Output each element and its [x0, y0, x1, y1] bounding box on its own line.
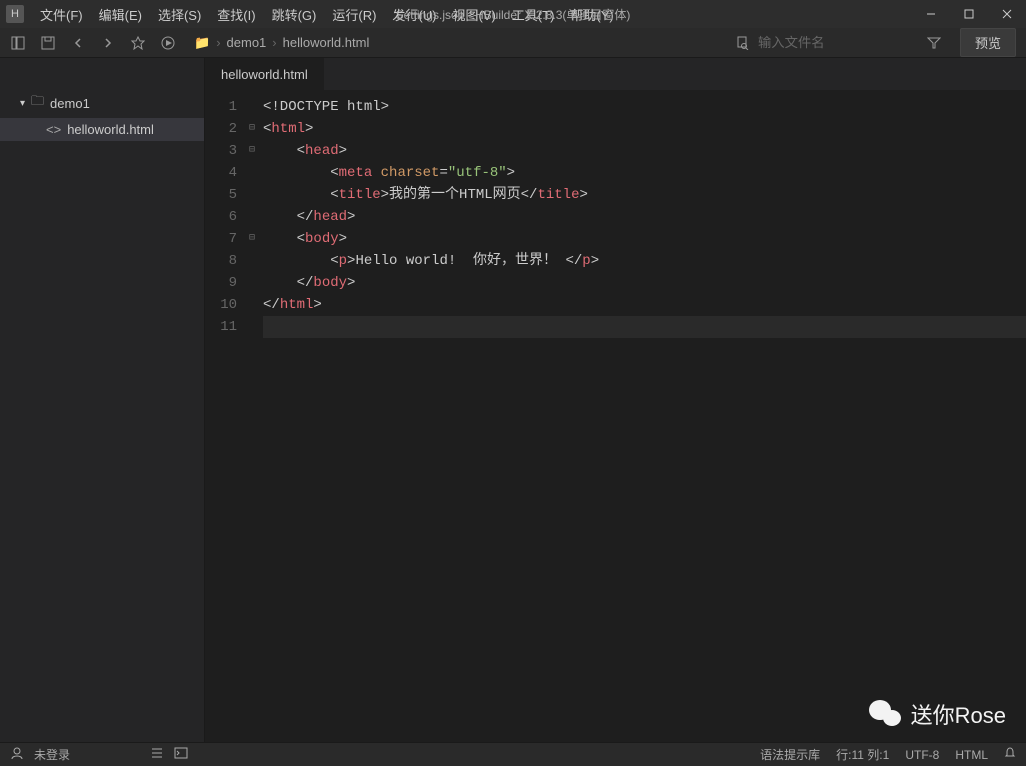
code-line[interactable]: </body>	[263, 272, 1026, 294]
chevron-down-icon: ▾	[20, 98, 25, 109]
status-bar: 未登录 语法提示库 行:11 列:1 UTF-8 HTML	[0, 742, 1026, 766]
folder-icon: 🗀	[31, 92, 44, 114]
explorer-file[interactable]: <> helloworld.html	[0, 118, 204, 141]
code-lines[interactable]: <!DOCTYPE html><html> <head> <meta chars…	[259, 90, 1026, 742]
code-line[interactable]: <head>	[263, 140, 1026, 162]
list-icon[interactable]	[150, 746, 164, 763]
breadcrumb-file[interactable]: helloworld.html	[283, 35, 370, 50]
window-title: Settings.json - HBuilder X 2.8.3(单项目窗体)	[396, 6, 631, 23]
line-numbers: 1234567891011	[205, 90, 245, 742]
wechat-icon	[869, 700, 903, 728]
cursor-position[interactable]: 行:11 列:1	[836, 746, 889, 763]
filter-icon[interactable]	[926, 35, 942, 51]
code-line[interactable]: <!DOCTYPE html>	[263, 96, 1026, 118]
folder-label: demo1	[50, 96, 90, 111]
nav-back-icon[interactable]	[70, 35, 86, 51]
code-line[interactable]: <body>	[263, 228, 1026, 250]
menu-item-3[interactable]: 查找(I)	[209, 1, 263, 28]
editor-tab[interactable]: helloworld.html	[205, 58, 325, 90]
nav-forward-icon[interactable]	[100, 35, 116, 51]
editor: helloworld.html 1234567891011 ⊟⊟⊟ <!DOCT…	[205, 58, 1026, 742]
code-line[interactable]: <html>	[263, 118, 1026, 140]
folder-icon: 📁	[194, 35, 210, 51]
close-button[interactable]	[988, 0, 1026, 28]
explorer-folder[interactable]: ▾ 🗀 demo1	[0, 88, 204, 118]
code-line[interactable]: <title>我的第一个HTML网页</title>	[263, 184, 1026, 206]
encoding[interactable]: UTF-8	[905, 748, 939, 762]
save-icon[interactable]	[40, 35, 56, 51]
preview-button[interactable]: 预览	[960, 28, 1016, 57]
title-bar: H 文件(F)编辑(E)选择(S)查找(I)跳转(G)运行(R)发行(U)视图(…	[0, 0, 1026, 28]
breadcrumb-folder[interactable]: demo1	[227, 35, 267, 50]
code-line[interactable]: <p>Hello world! 你好，世界！ </p>	[263, 250, 1026, 272]
terminal-icon[interactable]	[174, 746, 188, 763]
menu-item-1[interactable]: 编辑(E)	[91, 1, 150, 28]
code-line[interactable]: </html>	[263, 294, 1026, 316]
fold-column: ⊟⊟⊟	[245, 90, 259, 742]
language-mode[interactable]: HTML	[955, 748, 988, 762]
app-logo: H	[6, 5, 24, 23]
minimize-button[interactable]	[912, 0, 950, 28]
search-input[interactable]	[758, 35, 918, 50]
menu-item-0[interactable]: 文件(F)	[32, 1, 91, 28]
code-line[interactable]	[263, 316, 1026, 338]
run-icon[interactable]	[160, 35, 176, 51]
search-page-icon[interactable]	[734, 35, 750, 51]
toolbar: 📁 › demo1 › helloworld.html 预览	[0, 28, 1026, 58]
code-line[interactable]: <meta charset="utf-8">	[263, 162, 1026, 184]
menu-item-2[interactable]: 选择(S)	[150, 1, 209, 28]
layout-icon[interactable]	[10, 35, 26, 51]
code-line[interactable]: </head>	[263, 206, 1026, 228]
menu-item-4[interactable]: 跳转(G)	[264, 1, 325, 28]
code-area[interactable]: 1234567891011 ⊟⊟⊟ <!DOCTYPE html><html> …	[205, 90, 1026, 742]
syntax-lib[interactable]: 语法提示库	[760, 746, 820, 763]
breadcrumb: 📁 › demo1 › helloworld.html	[194, 35, 369, 51]
watermark-text: 送你Rose	[911, 698, 1006, 730]
window-controls	[912, 0, 1026, 28]
bell-icon[interactable]	[1004, 747, 1016, 762]
user-icon[interactable]	[10, 746, 24, 763]
main-area: ▾ 🗀 demo1 <> helloworld.html helloworld.…	[0, 58, 1026, 742]
maximize-button[interactable]	[950, 0, 988, 28]
menu-item-5[interactable]: 运行(R)	[324, 1, 384, 28]
code-file-icon: <>	[46, 122, 61, 137]
star-icon[interactable]	[130, 35, 146, 51]
tab-bar: helloworld.html	[205, 58, 1026, 90]
watermark: 送你Rose	[869, 698, 1006, 730]
login-status[interactable]: 未登录	[34, 746, 70, 763]
file-label: helloworld.html	[67, 122, 154, 137]
file-explorer: ▾ 🗀 demo1 <> helloworld.html	[0, 58, 205, 742]
